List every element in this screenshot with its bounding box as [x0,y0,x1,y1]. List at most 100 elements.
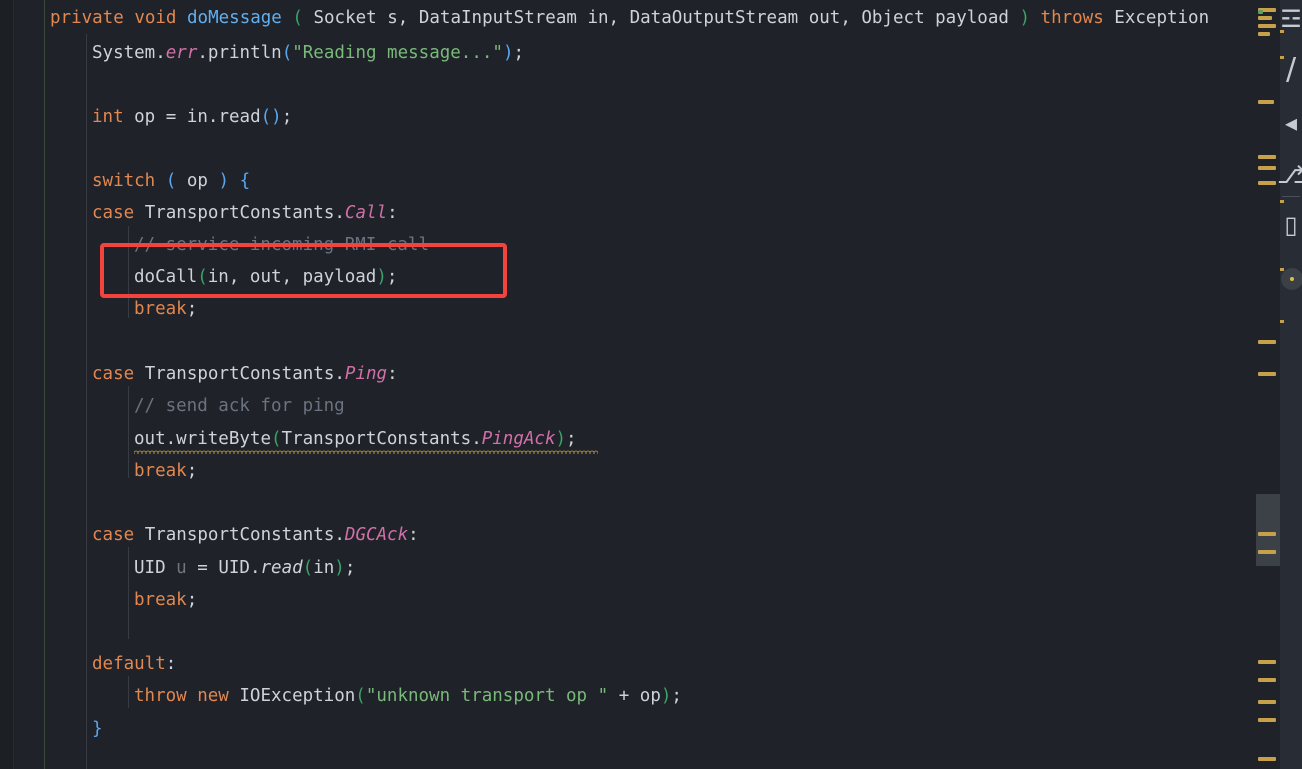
code-token: payload [924,8,1020,28]
minimap-marker-15 [1258,700,1276,704]
code-token: System [92,43,156,63]
code-token: // service incoming RMI call [134,235,430,255]
code-token: } [92,719,103,739]
code-line[interactable]: break; [134,584,197,616]
code-token: ; [671,686,682,706]
indent-guide-4 [128,547,129,639]
minimap[interactable] [1256,0,1280,769]
code-token: in, out, payload [207,267,377,287]
code-token: ( [292,8,303,28]
code-line[interactable]: break; [134,293,197,325]
code-token: "unknown transport op " [365,686,609,706]
overview-ruler[interactable]: ☲ / ◂ ⎇ ▯ [1278,0,1302,769]
badge-icon[interactable] [1281,268,1302,290]
code-line[interactable]: private void doMessage ( Socket s, DataI… [50,2,1209,34]
code-line[interactable]: default: [92,648,176,680]
code-token: case [92,525,135,545]
code-token: TransportConstants [144,364,335,384]
code-token: : [387,203,398,223]
code-token: Call [344,203,388,223]
code-line[interactable]: switch ( op ) { [92,165,250,197]
code-token: : [408,525,419,545]
code-token: ) [1019,8,1030,28]
bird-icon[interactable]: ◂ [1278,106,1302,140]
code-token: "Reading message..." [292,43,503,63]
code-token: ; [344,558,356,578]
slash-icon[interactable]: / [1278,52,1302,86]
code-token: break [134,299,187,319]
code-token: ) [218,171,230,191]
code-token: throws [1040,8,1104,28]
code-line[interactable]: // service incoming RMI call [134,229,429,261]
code-token: ; [386,267,398,287]
code-line[interactable]: throw new IOException("unknown transport… [134,680,682,712]
code-token: ( [270,429,282,449]
code-token: s, [376,8,419,28]
minimap-marker-12 [1258,550,1276,554]
code-line[interactable]: System.err.println("Reading message...")… [92,37,524,69]
code-token: ( [165,171,177,191]
code-text-area[interactable]: private void doMessage ( Socket s, DataI… [14,0,1256,769]
code-token: TransportConstants [144,525,335,545]
ruler-mark-4[interactable] [1280,320,1284,323]
code-line[interactable]: case TransportConstants.DGCAck: [92,519,419,551]
code-line[interactable]: case TransportConstants.Call: [92,197,398,229]
code-token: default [92,654,166,674]
code-token: ) [502,43,514,63]
code-token: Ping [344,364,388,384]
code-token: . [334,364,345,384]
minimap-marker-16 [1258,718,1276,722]
minimap-marker-8 [1258,181,1276,185]
editor-gutter[interactable] [0,0,14,769]
code-line[interactable]: break; [134,455,197,487]
code-line[interactable]: } [92,713,103,745]
code-token: DataInputStream [418,8,577,28]
code-token: TransportConstants [144,203,335,223]
minimap-marker-4 [1258,10,1263,14]
minimap-marker-14 [1258,678,1276,682]
code-editor-window: private void doMessage ( Socket s, DataI… [0,0,1302,769]
code-line[interactable]: doCall(in, out, payload); [134,261,397,293]
ruler-mark-2[interactable] [1280,200,1284,203]
code-token: int [92,107,124,127]
branch-icon[interactable]: ⎇ [1278,158,1302,192]
code-token: op [176,171,219,191]
code-token: ; [186,590,198,610]
minimap-marker-2 [1258,24,1276,28]
code-token: PingAck [481,429,556,449]
code-token: . [165,429,177,449]
code-line[interactable]: case TransportConstants.Ping: [92,358,398,390]
code-token: ) [271,107,282,127]
document-icon[interactable]: ☲ [1278,2,1302,36]
minimap-scrollbar-thumb[interactable] [1256,494,1280,566]
code-token: ( [281,43,293,63]
minimap-marker-11 [1258,532,1276,536]
code-line[interactable]: UID u = UID.read(in); [134,552,355,584]
code-token: ( [260,107,272,127]
code-token: ; [186,299,198,319]
code-token: ; [281,107,293,127]
minimap-marker-5 [1258,100,1274,104]
minimap-marker-17 [1258,757,1276,761]
code-line[interactable]: // send ack for ping [134,390,345,422]
code-token: case [92,203,135,223]
code-token: in [176,107,208,127]
code-token: DGCAck [344,525,409,545]
indent-guide-0 [44,0,45,769]
code-token: IOException [239,686,356,706]
code-token: { [239,171,251,191]
code-token: ; [513,43,525,63]
code-line[interactable]: int op = in.read(); [92,101,292,133]
code-token: . [471,429,482,449]
phone-icon[interactable]: ▯ [1278,208,1302,242]
indent-guide-3 [128,386,129,478]
minimap-marker-13 [1258,660,1276,664]
